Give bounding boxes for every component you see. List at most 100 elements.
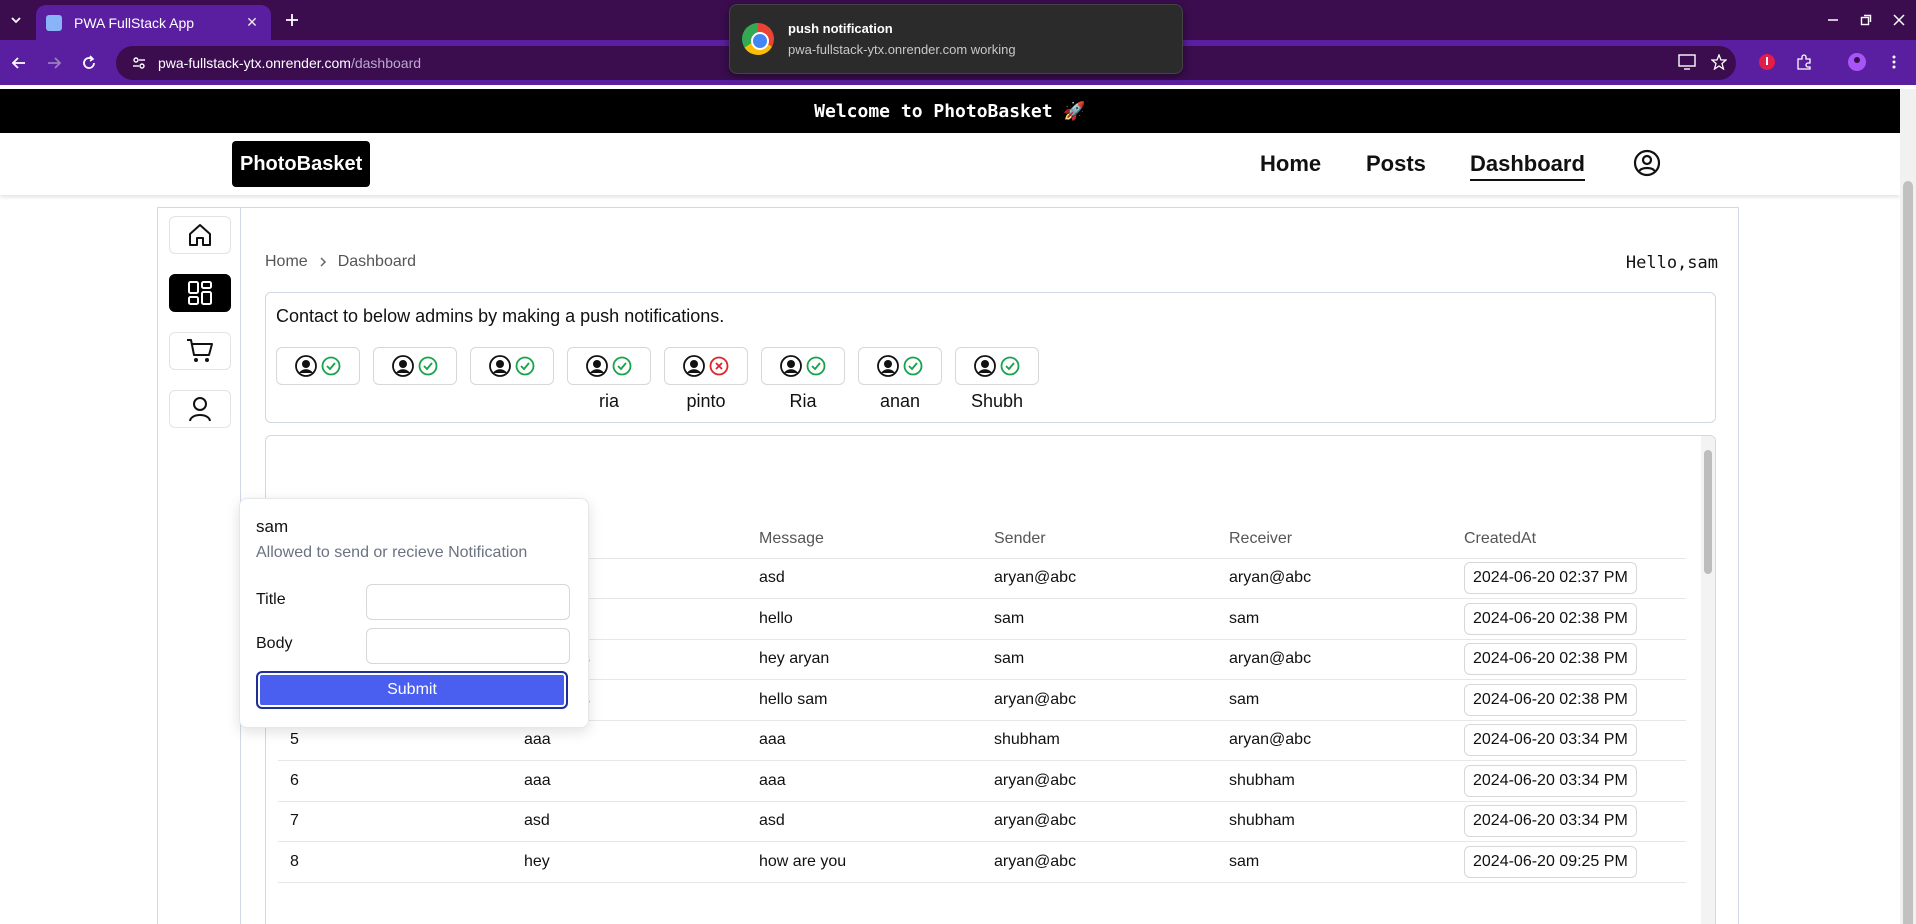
table-cell: 2024-06-20 02:38 PM bbox=[1452, 679, 1686, 721]
table-cell: 8 bbox=[278, 841, 512, 883]
browser-menu-button[interactable] bbox=[1882, 50, 1906, 74]
table-cell: shubham bbox=[1217, 801, 1452, 842]
column-header: CreatedAt bbox=[1452, 520, 1686, 559]
toast-body: pwa-fullstack-ytx.onrender.com working bbox=[788, 42, 1016, 57]
table-cell: aryan@abc bbox=[982, 801, 1217, 842]
user-account-icon[interactable] bbox=[1633, 149, 1661, 177]
extension-button[interactable] bbox=[1755, 50, 1779, 74]
admin-name: Shubh bbox=[970, 391, 1024, 411]
nav-link-dashboard[interactable]: Dashboard bbox=[1470, 151, 1585, 181]
admin-name: pinto bbox=[686, 391, 726, 411]
extension-red-icon bbox=[1759, 54, 1775, 70]
created-at-badge: 2024-06-20 02:38 PM bbox=[1464, 602, 1637, 635]
created-at-badge: 2024-06-20 09:25 PM bbox=[1464, 845, 1637, 878]
table-cell: aryan@abc bbox=[1217, 558, 1452, 599]
column-header: Sender bbox=[982, 520, 1217, 559]
user-circle-icon bbox=[295, 355, 317, 377]
site-info-icon[interactable] bbox=[130, 54, 148, 72]
reload-button[interactable] bbox=[76, 50, 102, 76]
nav-link-posts[interactable]: Posts bbox=[1366, 151, 1426, 177]
table-scrollbar-thumb[interactable] bbox=[1704, 450, 1712, 574]
admin-badge-button[interactable] bbox=[567, 347, 651, 385]
brand-logo[interactable]: PhotoBasket bbox=[232, 141, 371, 187]
sidebar-home-button[interactable] bbox=[169, 216, 231, 254]
push-notification-toast[interactable]: push notification pwa-fullstack-ytx.onre… bbox=[729, 4, 1183, 74]
x-circle-icon bbox=[709, 356, 729, 376]
table-cell: hello bbox=[747, 598, 982, 640]
check-circle-icon bbox=[418, 356, 438, 376]
user-circle-icon bbox=[974, 355, 996, 377]
page-scrollbar-thumb[interactable] bbox=[1903, 181, 1913, 924]
extensions-menu-button[interactable] bbox=[1792, 50, 1816, 74]
breadcrumb-current: Dashboard bbox=[337, 253, 416, 270]
admin-name: ria bbox=[598, 391, 619, 411]
table-cell: 2024-06-20 03:34 PM bbox=[1452, 720, 1686, 761]
table-cell: 2024-06-20 09:25 PM bbox=[1452, 841, 1686, 883]
created-at-badge: 2024-06-20 02:37 PM bbox=[1464, 562, 1637, 595]
admin-badge-button[interactable] bbox=[955, 347, 1039, 385]
table-cell: aryan@abc bbox=[982, 558, 1217, 599]
check-circle-icon bbox=[612, 356, 632, 376]
popover-description: Allowed to send or recieve Notification bbox=[256, 544, 528, 561]
table-cell: hey bbox=[512, 841, 747, 883]
install-app-button[interactable] bbox=[1675, 50, 1699, 74]
page-scrollbar[interactable] bbox=[1900, 89, 1916, 924]
top-navbar: PhotoBasket Home Posts Dashboard bbox=[0, 133, 1900, 195]
check-circle-icon bbox=[806, 356, 826, 376]
chevron-right-icon bbox=[320, 257, 326, 267]
body-input[interactable] bbox=[366, 628, 570, 664]
admin-item: anan bbox=[858, 347, 942, 412]
restore-icon bbox=[1860, 14, 1872, 26]
table-cell: aryan@abc bbox=[982, 679, 1217, 721]
restore-button[interactable] bbox=[1851, 8, 1881, 32]
created-at-badge: 2024-06-20 02:38 PM bbox=[1464, 643, 1637, 676]
user-icon bbox=[189, 397, 211, 422]
title-input[interactable] bbox=[366, 584, 570, 620]
browser-tab-active[interactable]: PWA FullStack App ✕ bbox=[36, 5, 271, 40]
table-cell: 2024-06-20 03:34 PM bbox=[1452, 801, 1686, 842]
bookmark-button[interactable] bbox=[1707, 50, 1731, 74]
table-cell: asd bbox=[747, 801, 982, 842]
breadcrumb-home[interactable]: Home bbox=[265, 253, 308, 271]
admin-badge-button[interactable] bbox=[470, 347, 554, 385]
new-tab-button[interactable] bbox=[280, 8, 304, 32]
admin-item bbox=[373, 347, 457, 391]
reload-icon bbox=[83, 55, 95, 69]
table-scrollbar[interactable] bbox=[1701, 436, 1715, 924]
table-cell: how are you bbox=[747, 841, 982, 883]
sidebar-profile-button[interactable] bbox=[169, 390, 231, 428]
chrome-icon bbox=[742, 23, 774, 55]
admin-badge-button[interactable] bbox=[858, 347, 942, 385]
profile-button[interactable] bbox=[1845, 50, 1869, 74]
admin-name: Ria bbox=[789, 391, 817, 411]
back-button[interactable] bbox=[6, 50, 32, 76]
forward-button[interactable] bbox=[41, 50, 67, 76]
admin-badge-button[interactable] bbox=[761, 347, 845, 385]
admin-item bbox=[276, 347, 360, 391]
submit-button[interactable]: Submit bbox=[256, 671, 568, 709]
tab-search-button[interactable] bbox=[4, 8, 28, 32]
app-favicon-icon bbox=[46, 14, 62, 31]
tab-close-icon[interactable]: ✕ bbox=[243, 14, 261, 31]
created-at-badge: 2024-06-20 02:38 PM bbox=[1464, 683, 1637, 716]
arrow-left-icon bbox=[11, 57, 25, 69]
user-circle-icon bbox=[877, 355, 899, 377]
close-window-button[interactable] bbox=[1884, 8, 1914, 32]
table-cell: shubham bbox=[982, 720, 1217, 761]
table-cell: sam bbox=[1217, 841, 1452, 883]
nav-link-home[interactable]: Home bbox=[1260, 151, 1321, 177]
toast-title: push notification bbox=[788, 21, 893, 36]
sidebar-cart-button[interactable] bbox=[169, 332, 231, 370]
sidebar-dashboard-button[interactable] bbox=[169, 274, 231, 312]
admin-badge-button[interactable] bbox=[373, 347, 457, 385]
table-cell: sam bbox=[982, 598, 1217, 640]
chevron-down-icon bbox=[11, 17, 21, 24]
admin-badge-button[interactable] bbox=[276, 347, 360, 385]
user-circle-icon bbox=[683, 355, 705, 377]
cart-icon bbox=[187, 339, 213, 362]
admin-badge-button[interactable] bbox=[664, 347, 748, 385]
admin-item bbox=[470, 347, 554, 391]
home-icon bbox=[189, 224, 211, 246]
minimize-button[interactable] bbox=[1818, 8, 1848, 32]
user-circle-icon bbox=[586, 355, 608, 377]
